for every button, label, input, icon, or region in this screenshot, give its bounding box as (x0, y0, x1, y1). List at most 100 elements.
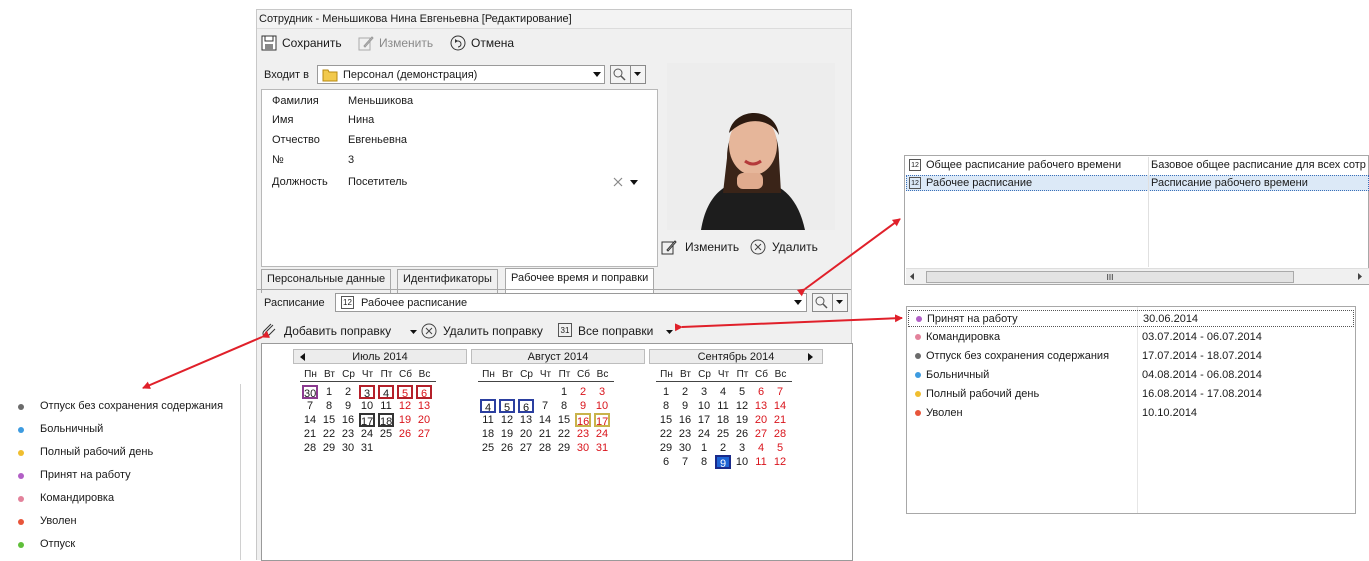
calendar-day[interactable]: 29 (556, 441, 572, 455)
calendar-day[interactable]: 26 (734, 427, 750, 441)
correction-type-menu-item[interactable]: Отпуск без сохранения содержания (0, 398, 240, 416)
calendar-day[interactable]: 6 (658, 455, 674, 469)
photo-delete-button[interactable]: Удалить (750, 239, 830, 256)
calendar-day[interactable]: 28 (302, 441, 318, 455)
calendar-day[interactable]: 24 (594, 427, 610, 441)
calendar-day[interactable]: 20 (518, 427, 534, 441)
calendar-day[interactable]: 23 (340, 427, 356, 441)
calendar-day[interactable]: 30 (575, 441, 591, 455)
calendar-day[interactable]: 13 (416, 399, 432, 413)
calendar-day[interactable]: 5 (499, 399, 515, 414)
calendar-day[interactable]: 17 (696, 413, 712, 427)
field-row-number[interactable]: № 3 (262, 152, 657, 169)
calendar-day[interactable]: 3 (696, 385, 712, 399)
correction-type-menu-item[interactable]: Полный рабочий день (0, 444, 240, 462)
calendar-day[interactable]: 29 (658, 441, 674, 455)
calendar-day[interactable]: 1 (556, 385, 572, 399)
correction-types-menu[interactable]: Отпуск без сохранения содержания Больничн… (0, 384, 241, 560)
calendar-day[interactable]: 20 (416, 413, 432, 427)
calendar-day[interactable]: 31 (359, 441, 375, 455)
calendar-day[interactable]: 13 (753, 399, 769, 413)
correction-row[interactable]: Больничный 04.08.2014 - 06.08.2014 (908, 367, 1354, 384)
schedule-option[interactable]: 12 Общее расписание рабочего времени Баз… (906, 157, 1369, 174)
calendar-day[interactable]: 5 (772, 441, 788, 455)
correction-type-menu-item[interactable]: Командировка (0, 490, 240, 508)
calendar-day[interactable]: 18 (378, 413, 394, 428)
calendar-day[interactable]: 19 (734, 413, 750, 427)
calendar-day[interactable]: 1 (696, 441, 712, 455)
next-month-arrow-icon[interactable] (808, 353, 813, 361)
calendar-day[interactable]: 21 (772, 413, 788, 427)
correction-row[interactable]: Принят на работу 30.06.2014 (908, 310, 1354, 327)
calendar-day[interactable]: 2 (715, 441, 731, 455)
add-correction-button[interactable]: Добавить поправку (261, 322, 419, 340)
calendar-day[interactable]: 5 (397, 385, 413, 400)
calendar-day[interactable]: 7 (302, 399, 318, 413)
calendar-day[interactable]: 1 (321, 385, 337, 399)
correction-row[interactable]: Отпуск без сохранения содержания 17.07.20… (908, 348, 1354, 365)
schedule-select[interactable]: 12 Рабочее расписание (335, 293, 807, 312)
calendar-day[interactable]: 12 (397, 399, 413, 413)
calendar-day[interactable]: 8 (321, 399, 337, 413)
calendar-day[interactable]: 10 (696, 399, 712, 413)
calendar-day[interactable]: 6 (518, 399, 534, 414)
calendar-day[interactable]: 16 (677, 413, 693, 427)
correction-type-menu-item[interactable]: Больничный (0, 421, 240, 439)
photo-edit-button[interactable]: Изменить (661, 239, 745, 256)
calendar-day[interactable]: 3 (359, 385, 375, 400)
calendar-day[interactable]: 7 (772, 385, 788, 399)
calendar-day[interactable]: 14 (302, 413, 318, 427)
calendar-day[interactable]: 30 (677, 441, 693, 455)
calendar-day[interactable]: 25 (715, 427, 731, 441)
calendar-day[interactable]: 1 (658, 385, 674, 399)
corrections-list[interactable]: Принят на работу 30.06.2014 Командировка 03… (906, 306, 1356, 514)
calendar-day[interactable]: 9 (575, 399, 591, 413)
calendar-day[interactable]: 24 (359, 427, 375, 441)
schedule-search-button[interactable] (812, 293, 833, 312)
schedule-dropdown-list[interactable]: 12 Общее расписание рабочего времени Баз… (904, 155, 1369, 285)
calendar-day[interactable]: 8 (696, 455, 712, 469)
calendar-day[interactable]: 7 (537, 399, 553, 413)
calendar-day[interactable]: 17 (594, 413, 610, 428)
cancel-button[interactable]: Отмена (450, 35, 520, 53)
calendar-day[interactable]: 25 (378, 427, 394, 441)
calendar-day[interactable]: 10 (734, 455, 750, 469)
delete-correction-button[interactable]: Удалить поправку (421, 322, 549, 340)
correction-type-menu-item[interactable]: Уволен (0, 513, 240, 531)
calendar-day[interactable]: 15 (321, 413, 337, 427)
calendar-day[interactable]: 10 (359, 399, 375, 413)
correction-row[interactable]: Полный рабочий день 16.08.2014 - 17.08.20… (908, 386, 1354, 403)
field-row-surname[interactable]: Фамилия Меньшикова (262, 93, 657, 110)
field-row-position[interactable]: Должность Посетитель (262, 174, 657, 191)
field-row-name[interactable]: Имя Нина (262, 112, 657, 129)
scroll-left-arrow-icon[interactable] (910, 273, 914, 280)
group-search-button[interactable] (610, 65, 631, 84)
calendar-day[interactable]: 15 (658, 413, 674, 427)
calendar-day[interactable]: 28 (537, 441, 553, 455)
calendar-day[interactable]: 8 (556, 399, 572, 413)
calendar-day[interactable]: 11 (715, 399, 731, 413)
correction-type-menu-item[interactable]: Принят на работу (0, 467, 240, 485)
calendar-day[interactable]: 21 (302, 427, 318, 441)
calendar-day[interactable]: 9 (677, 399, 693, 413)
all-corrections-button[interactable]: 31 Все поправки (558, 322, 673, 340)
correction-row[interactable]: Уволен 10.10.2014 (908, 405, 1354, 422)
horizontal-scrollbar[interactable]: III (906, 268, 1369, 284)
scrollbar-thumb[interactable]: III (926, 271, 1294, 283)
calendar-day[interactable]: 16 (340, 413, 356, 427)
calendar-day[interactable]: 7 (677, 455, 693, 469)
calendar-day[interactable]: 11 (753, 455, 769, 469)
calendar-day[interactable]: 30 (302, 385, 318, 400)
schedule-option-selected[interactable]: 12 Рабочее расписание Расписание рабочег… (906, 175, 1369, 191)
calendar-day[interactable]: 27 (416, 427, 432, 441)
calendar-day[interactable]: 29 (321, 441, 337, 455)
calendar-day[interactable]: 3 (594, 385, 610, 399)
calendar-day[interactable]: 4 (480, 399, 496, 414)
calendar-day[interactable]: 11 (378, 399, 394, 413)
calendar-day[interactable]: 2 (575, 385, 591, 399)
calendar-day[interactable]: 4 (378, 385, 394, 400)
calendar-day[interactable]: 22 (321, 427, 337, 441)
calendar-day[interactable]: 23 (575, 427, 591, 441)
group-select[interactable]: Персонал (демонстрация) (317, 65, 605, 84)
calendar-day[interactable]: 2 (677, 385, 693, 399)
